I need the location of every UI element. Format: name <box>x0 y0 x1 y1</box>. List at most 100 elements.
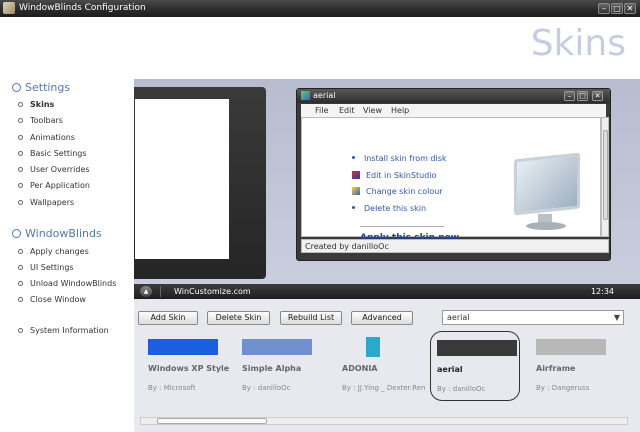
taskbar-label: WinCustomize.com <box>174 287 251 296</box>
chevron-down-icon: ▼ <box>613 313 620 322</box>
skin-tile[interactable]: ADONIA By : JJ.Ying _ Dexter.Ren <box>336 331 426 401</box>
bullet-icon <box>352 206 355 209</box>
bullet-icon <box>18 135 23 140</box>
preview-status-bar: Created by danilloOc <box>301 239 609 253</box>
preview-taskbar: ▲ WinCustomize.com 12:34 <box>134 284 640 299</box>
sidebar-item-apply-changes[interactable]: Apply changes <box>18 247 89 256</box>
bullet-icon <box>18 328 23 333</box>
bullet-icon <box>18 265 23 270</box>
title-bar: WindowBlinds Configuration – □ ✕ <box>0 0 640 17</box>
skin-author: By : danilloOc <box>437 385 486 393</box>
skin-thumbnail <box>242 339 312 355</box>
preview-minimize-icon: – <box>564 91 575 101</box>
sidebar-item-close-window[interactable]: Close Window <box>18 295 86 304</box>
sidebar-item-basic-settings[interactable]: Basic Settings <box>18 149 87 158</box>
colour-icon <box>352 187 360 195</box>
preview-menu-edit: Edit <box>339 106 355 115</box>
bullet-icon <box>18 151 23 156</box>
settings-section-title: Settings <box>12 81 70 94</box>
gallery-horizontal-scrollbar[interactable] <box>140 417 628 425</box>
change-colour-link[interactable]: Change skin colour <box>352 187 443 196</box>
delete-skin-link[interactable]: Delete this skin <box>352 204 426 213</box>
skin-thumbnail <box>148 339 218 355</box>
skin-thumbnail <box>366 337 380 357</box>
taskbar-divider <box>160 286 161 297</box>
skin-tile-selected[interactable]: aerial By : danilloOc <box>430 331 520 401</box>
skin-name: Windows XP Style <box>148 364 230 373</box>
skin-name: ADONIA <box>342 364 378 373</box>
install-skin-link[interactable]: Install skin from disk <box>352 154 447 163</box>
sidebar-item-ui-settings[interactable]: UI Settings <box>18 263 74 272</box>
preview-maximize-icon: □ <box>577 91 588 101</box>
sidebar-item-user-overrides[interactable]: User Overrides <box>18 165 90 174</box>
skin-name: aerial <box>437 365 463 374</box>
page-title: Skins <box>530 23 626 64</box>
skin-thumbnail <box>536 339 606 355</box>
skinstudio-icon <box>352 171 360 179</box>
taskbar-clock: 12:34 <box>590 287 614 296</box>
section-ring-icon <box>12 229 21 238</box>
preview-menu-view: View <box>363 106 382 115</box>
preview-content: Install skin from disk Edit in SkinStudi… <box>301 117 601 243</box>
monitor-icon <box>512 152 582 234</box>
skin-author: By : danilloOc <box>242 384 291 392</box>
windowblinds-section-title: WindowBlinds <box>12 227 102 240</box>
preview-window-title: aerial <box>313 91 336 100</box>
preview-white-panel <box>135 99 229 259</box>
edit-skinstudio-link[interactable]: Edit in SkinStudio <box>352 171 436 180</box>
sidebar-item-system-info[interactable]: System Information <box>18 326 109 335</box>
bullet-icon <box>18 297 23 302</box>
skin-tile[interactable]: Airframe By : Dangeruss <box>530 331 620 401</box>
preview-title-bar: aerial – □ ✕ <box>297 89 610 103</box>
sidebar-item-per-application[interactable]: Per Application <box>18 181 90 190</box>
preview-menu-file: File <box>315 106 329 115</box>
skin-tile[interactable]: Simple Alpha By : danilloOc <box>236 331 326 401</box>
bullet-icon <box>18 183 23 188</box>
skin-author: By : Dangeruss <box>536 384 590 392</box>
bullet-icon <box>18 200 23 205</box>
page-header: Skins <box>0 17 640 79</box>
preview-window: aerial – □ ✕ File Edit View Help Install… <box>296 88 611 261</box>
sidebar-item-unload[interactable]: Unload WindowBlinds <box>18 279 116 288</box>
minimize-button[interactable]: – <box>598 3 610 14</box>
skin-tile[interactable]: Windows XP Style By : Microsoft <box>142 331 232 401</box>
bullet-icon <box>18 167 23 172</box>
preview-menu-bar: File Edit View Help <box>301 104 606 117</box>
sidebar-item-skins[interactable]: Skins <box>18 100 54 109</box>
preview-close-icon: ✕ <box>592 91 603 101</box>
skin-thumbnail <box>437 340 517 356</box>
preview-menu-help: Help <box>391 106 410 115</box>
add-skin-button[interactable]: Add Skin <box>138 311 198 325</box>
preview-dark-panel <box>134 87 266 279</box>
skin-select-dropdown[interactable]: aerial ▼ <box>442 310 624 325</box>
preview-app-icon <box>301 91 310 100</box>
bullet-icon <box>18 118 23 123</box>
maximize-button[interactable]: □ <box>611 3 623 14</box>
skin-author: By : JJ.Ying _ Dexter.Ren <box>342 384 426 392</box>
window-title: WindowBlinds Configuration <box>19 3 146 13</box>
sidebar: Settings Skins Toolbars Animations Basic… <box>0 79 134 432</box>
close-button[interactable]: ✕ <box>624 3 636 14</box>
section-ring-icon <box>12 83 21 92</box>
skin-name: Airframe <box>536 364 576 373</box>
rebuild-list-button[interactable]: Rebuild List <box>280 311 342 325</box>
skin-gallery: Windows XP Style By : Microsoft Simple A… <box>134 331 640 421</box>
bullet-icon <box>352 156 355 159</box>
divider <box>360 226 444 227</box>
sidebar-item-toolbars[interactable]: Toolbars <box>18 116 63 125</box>
bullet-icon <box>18 281 23 286</box>
app-icon <box>3 2 15 14</box>
sidebar-item-wallpapers[interactable]: Wallpapers <box>18 198 74 207</box>
sidebar-item-animations[interactable]: Animations <box>18 133 75 142</box>
main-area: aerial – □ ✕ File Edit View Help Install… <box>134 79 640 432</box>
skin-name: Simple Alpha <box>242 364 302 373</box>
advanced-button[interactable]: Advanced <box>351 311 413 325</box>
preview-vertical-scrollbar <box>601 117 609 237</box>
skin-author: By : Microsoft <box>148 384 196 392</box>
start-orb-icon: ▲ <box>140 286 152 297</box>
bullet-icon <box>18 249 23 254</box>
scrollbar-thumb[interactable] <box>157 418 267 424</box>
delete-skin-button[interactable]: Delete Skin <box>207 311 270 325</box>
bullet-icon <box>18 102 23 107</box>
skin-select-value: aerial <box>447 313 470 322</box>
